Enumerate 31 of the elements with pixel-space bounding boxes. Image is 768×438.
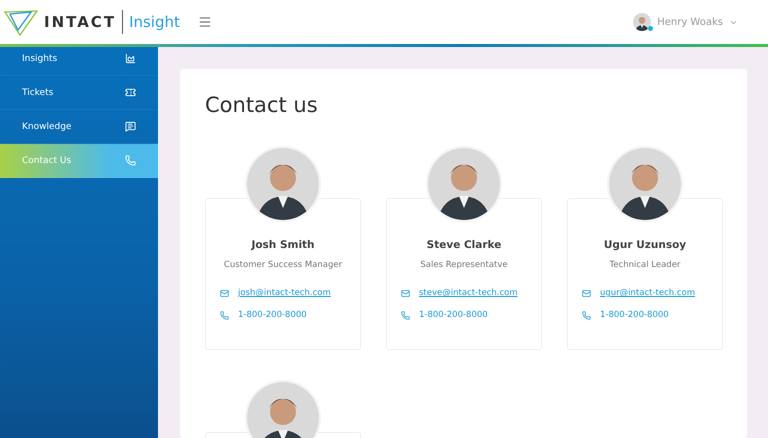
phone-icon bbox=[401, 310, 410, 320]
phone-icon bbox=[582, 310, 591, 320]
phone-icon bbox=[220, 310, 229, 320]
mail-icon bbox=[401, 288, 410, 298]
ticket-icon bbox=[125, 87, 136, 98]
mail-icon bbox=[220, 288, 229, 298]
user-name[interactable]: Henry Woaks bbox=[657, 16, 723, 28]
brand-name: INTACT bbox=[44, 13, 116, 31]
contact-role: Customer Success Manager bbox=[224, 260, 342, 270]
chart-icon bbox=[125, 53, 136, 64]
sidebar-item[interactable]: Contact Us bbox=[0, 144, 158, 178]
logo-icon bbox=[4, 8, 38, 36]
contact-name: Steve Clarke bbox=[426, 239, 502, 251]
phone-number: 1-800-200-8000 bbox=[419, 310, 488, 320]
email-link[interactable]: josh@intact-tech.com bbox=[238, 288, 331, 298]
contact-role: Sales Representatve bbox=[420, 260, 508, 270]
email-link[interactable]: ugur@intact-tech.com bbox=[600, 288, 696, 298]
phone-number: 1-800-200-8000 bbox=[600, 310, 669, 320]
sidebar-item[interactable]: Insights bbox=[0, 42, 158, 76]
contact-name: Josh Smith bbox=[251, 239, 315, 251]
mail-icon bbox=[582, 288, 591, 298]
phone-icon bbox=[125, 155, 136, 166]
phone-number: 1-800-200-8000 bbox=[238, 310, 307, 320]
sidebar-item[interactable]: Tickets bbox=[0, 76, 158, 110]
contact-role: Technical Leader bbox=[610, 260, 680, 270]
menu-icon[interactable] bbox=[198, 15, 212, 29]
help-icon bbox=[125, 121, 136, 132]
page-title: Contact us bbox=[205, 93, 319, 117]
contact-name: Ugur Uzunsoy bbox=[604, 239, 686, 251]
email-link[interactable]: steve@intact-tech.com bbox=[419, 288, 518, 298]
product-name: Insight bbox=[129, 13, 180, 31]
